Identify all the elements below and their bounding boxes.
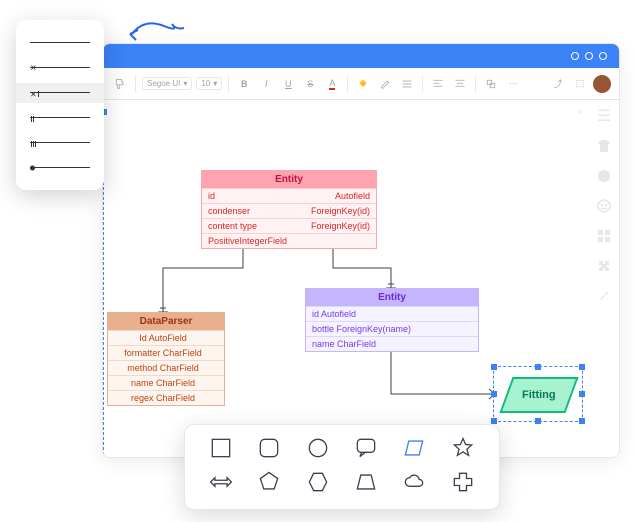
canvas[interactable]: » Entity idAutofield condenserForeignKey… (103, 100, 619, 457)
entity-pink[interactable]: Entity idAutofield condenserForeignKey(i… (201, 170, 377, 249)
rail-puzzle-icon[interactable] (596, 258, 612, 274)
table-row: method CharField (108, 360, 224, 375)
entity-dataparser[interactable]: DataParser Id AutoField formatter CharFi… (107, 312, 225, 406)
line-style-none[interactable] (16, 33, 104, 53)
shape-square[interactable] (208, 435, 234, 466)
entity-title: Entity (306, 289, 478, 306)
editor-window: Segoe UI▾ 10▾ B I U S A ⋯ ⤴ ⬚ » (102, 43, 620, 458)
line-color-button[interactable] (376, 75, 394, 93)
line-style-single[interactable]: ✕ (16, 58, 104, 78)
paint-format-icon[interactable] (111, 75, 129, 93)
line-style-double-spaced[interactable] (16, 133, 104, 153)
share-icon[interactable]: ⤴ (549, 75, 567, 93)
shape-picker (184, 424, 500, 510)
shape-parallelogram[interactable] (401, 435, 427, 466)
line-style-button[interactable] (398, 75, 416, 93)
rail-wrench-icon[interactable] (596, 288, 612, 304)
entity-title: Entity (202, 171, 376, 188)
rail-palette-icon[interactable] (596, 168, 612, 184)
rail-shirt-icon[interactable] (596, 138, 612, 154)
line-style-dot[interactable] (16, 158, 104, 178)
fitting-shape-selected[interactable]: Fitting (493, 366, 583, 422)
line-style-panel: ✕ ✕ (16, 20, 104, 190)
window-control[interactable] (571, 52, 579, 60)
table-row: idAutofield (202, 188, 376, 203)
fill-color-button[interactable] (354, 75, 372, 93)
table-row: content typeForeignKey(id) (202, 218, 376, 233)
align-button[interactable] (429, 75, 447, 93)
entity-title: DataParser (108, 313, 224, 330)
table-row: regex CharField (108, 390, 224, 405)
table-row: id Autofield (306, 306, 478, 321)
shape-plus[interactable] (450, 469, 476, 500)
valign-button[interactable] (451, 75, 469, 93)
shape-speech[interactable] (353, 435, 379, 466)
shape-star[interactable] (450, 435, 476, 466)
shape-cloud[interactable] (401, 469, 427, 500)
annotation-arrow (124, 16, 204, 46)
shape-double-arrow[interactable] (208, 469, 234, 500)
shape-trapezoid[interactable] (353, 469, 379, 500)
table-row: name CharField (306, 336, 478, 351)
table-row: condenserForeignKey(id) (202, 203, 376, 218)
collapse-panels-icon[interactable]: » (577, 106, 583, 117)
table-row: formatter CharField (108, 345, 224, 360)
table-row: name CharField (108, 375, 224, 390)
window-control[interactable] (585, 52, 593, 60)
window-control[interactable] (599, 52, 607, 60)
right-rail: ☰ (589, 100, 619, 457)
export-icon[interactable]: ⬚ (571, 75, 589, 93)
strike-button[interactable]: S (301, 75, 319, 93)
rail-grid-icon[interactable] (596, 228, 612, 244)
shape-circle[interactable] (305, 435, 331, 466)
shape-hexagon[interactable] (305, 469, 331, 500)
shape-pentagon[interactable] (256, 469, 282, 500)
bold-button[interactable]: B (235, 75, 253, 93)
text-color-button[interactable]: A (323, 75, 341, 93)
underline-button[interactable]: U (279, 75, 297, 93)
table-row: Id AutoField (108, 330, 224, 345)
font-family-select[interactable]: Segoe UI▾ (142, 77, 192, 90)
line-style-double[interactable]: ✕ (16, 83, 104, 103)
user-avatar[interactable] (593, 75, 611, 93)
rail-emoji-icon[interactable] (596, 198, 612, 214)
shape-rounded-square[interactable] (256, 435, 282, 466)
font-size-select[interactable]: 10▾ (196, 77, 222, 90)
table-row: bottle ForeignKey(name) (306, 321, 478, 336)
arrange-button[interactable] (482, 75, 500, 93)
window-titlebar (103, 44, 619, 68)
line-style-triple[interactable] (16, 108, 104, 128)
more-button[interactable]: ⋯ (504, 75, 522, 93)
entity-purple[interactable]: Entity id Autofield bottle ForeignKey(na… (305, 288, 479, 352)
table-row: PositiveIntegerField (202, 233, 376, 248)
rail-menu-icon[interactable]: ☰ (596, 108, 612, 124)
italic-button[interactable]: I (257, 75, 275, 93)
fitting-shape: Fitting (499, 377, 578, 413)
format-toolbar: Segoe UI▾ 10▾ B I U S A ⋯ ⤴ ⬚ (103, 68, 619, 100)
